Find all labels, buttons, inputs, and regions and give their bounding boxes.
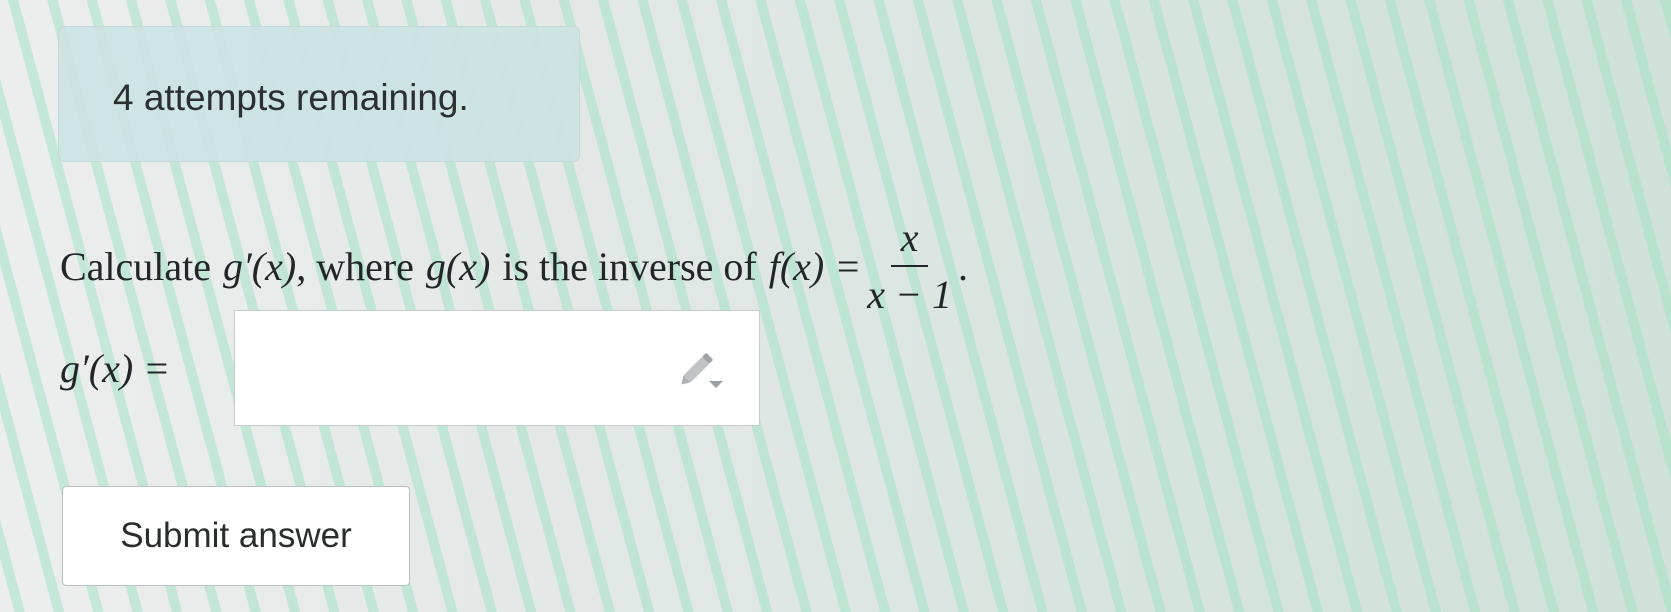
fraction-denominator: x − 1	[867, 272, 952, 317]
question-fraction: x x − 1	[867, 214, 952, 318]
question-f: f(x) =	[768, 243, 862, 289]
fraction-numerator: x	[890, 214, 929, 267]
question-suffix: .	[957, 243, 968, 289]
question-gprime: g′(x)	[223, 243, 297, 289]
attempts-remaining-box: 4 attempts remaining.	[58, 26, 580, 162]
submit-answer-label: Submit answer	[120, 516, 352, 555]
answer-input[interactable]	[234, 310, 760, 426]
submit-answer-button[interactable]: Submit answer	[62, 486, 410, 586]
question-g: g(x)	[425, 243, 491, 289]
question-prefix: Calculate	[60, 243, 212, 289]
answer-label-text: g′(x) =	[60, 345, 171, 391]
question-text: Calculate g′(x) , where g(x) is the inve…	[60, 214, 968, 318]
question-middle2: is the inverse of	[502, 243, 757, 289]
pencil-dropdown-icon[interactable]	[679, 351, 725, 391]
answer-label: g′(x) =	[60, 310, 170, 426]
attempts-remaining-text: 4 attempts remaining.	[113, 77, 469, 118]
question-middle: , where	[296, 243, 414, 289]
